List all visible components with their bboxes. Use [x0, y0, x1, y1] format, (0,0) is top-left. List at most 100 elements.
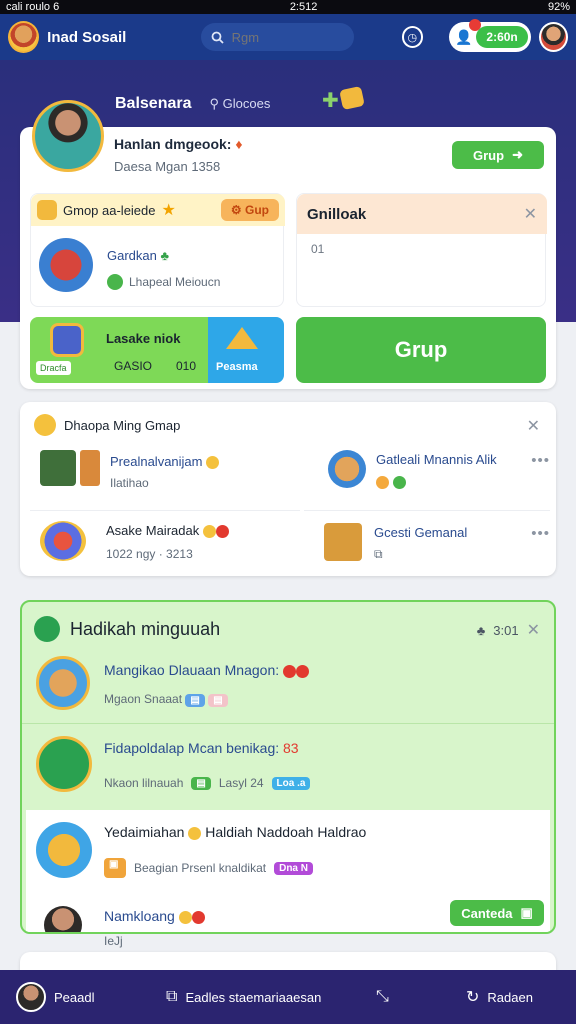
header-avatar[interactable]	[538, 22, 568, 52]
gift-item[interactable]: Namkloang Canteda ▣	[26, 896, 550, 932]
arrow-right-icon: ➜	[512, 147, 523, 162]
list-item[interactable]: Prealnalvanijam Ilatihao	[34, 448, 284, 498]
profile-card: Hanlan dmgeook: ♦ Daesa Mgan 1358 Grup ➜ …	[20, 127, 556, 389]
coin-value: 2:60n	[476, 26, 528, 48]
collapse-icon: ⤡	[376, 988, 389, 1005]
gift-item[interactable]: Mangikao Dlauaan Mnagon: Mgaon Snaaat ▤ …	[22, 646, 554, 724]
close-icon[interactable]: ✕	[527, 416, 540, 436]
puzzle-icon: ✚	[322, 90, 339, 112]
star-icon: ★	[161, 202, 176, 219]
nav-profile[interactable]: Peaadl	[16, 982, 166, 1012]
group-item-sub: Lhapeal Meioucn	[107, 274, 220, 290]
nav-center-label: Eadles staemariaaesan	[185, 989, 322, 1005]
gift-header: Hadikah minguuah	[34, 616, 220, 642]
gift-item-name: Namkloang	[104, 908, 205, 924]
group-subcard: Gmop aa-leiede ★ ⚙ Gup Gardkan ♣ Lhapeal…	[30, 193, 285, 307]
close-icon[interactable]: ✕	[524, 204, 537, 224]
nav-center[interactable]: ⧉ Eadles staemariaaesan	[166, 988, 376, 1006]
list-item[interactable]: Asake Mairadak 1022 ngy · 3213	[30, 510, 300, 574]
promo-label-right: Peasma	[216, 361, 258, 373]
decor-icons: ✚	[322, 85, 365, 113]
nav-right-label: Radaen	[487, 989, 533, 1005]
robot-icon	[50, 323, 84, 357]
list-item-name: Prealnalvanijam	[110, 454, 220, 470]
search-bar[interactable]	[200, 23, 355, 51]
gift-card: Hadikah minguuah ♣ 3:01 ✕ Mangikao Dlauaa…	[20, 600, 556, 934]
side-panel-value: 01	[311, 242, 325, 256]
profile-avatar[interactable]	[32, 100, 104, 172]
list-item-name: Asake Mairadak	[106, 523, 229, 539]
primary-cta-button[interactable]: Grup	[296, 317, 546, 383]
profile-name-row: Balsenara ⚲ Glocoes	[115, 95, 270, 113]
layers-icon: ⧉	[166, 988, 178, 1005]
notification-dot	[468, 19, 481, 31]
card-avatar	[324, 523, 362, 561]
more-icon[interactable]: •••	[531, 452, 550, 469]
frame-avatar	[36, 736, 92, 792]
claim-button[interactable]: Canteda ▣	[450, 900, 544, 926]
search-input[interactable]	[231, 29, 342, 45]
list-item-sub: Ilatihao	[110, 476, 149, 490]
promo-card[interactable]: Lasake niok Dracfa GASIO 010 Peasma	[30, 317, 284, 383]
coin-balance[interactable]: 👤 2:60n	[448, 19, 531, 52]
list-item-name: Gcesti Gemanal	[374, 525, 468, 540]
list-item[interactable]: Gcesti Gemanal ⧉ •••	[304, 510, 550, 574]
app-logo[interactable]	[8, 21, 40, 53]
ship-icon	[226, 327, 258, 349]
list-item[interactable]: Gatleali Mnannis Alik •••	[326, 448, 550, 498]
group-icon	[37, 200, 57, 220]
gift-item-name: Mangikao Dlauaan Mnagon:	[104, 662, 310, 678]
promo-label-mid: 010	[176, 359, 197, 373]
profile-title: Hanlan dmgeook: ♦	[114, 136, 243, 152]
nav-refresh[interactable]: ↻ Radaen	[466, 987, 533, 1007]
book-icon	[80, 450, 100, 486]
more-icon[interactable]: •••	[531, 525, 550, 542]
status-bar: cali roulo 6 2:512 92%	[0, 0, 576, 14]
gift-item[interactable]: Fidapoldalap Mcan benikag: 83 Nkaon liln…	[22, 724, 554, 810]
girl-avatar	[44, 906, 82, 932]
carrier-text: cali roulo 6	[6, 1, 60, 13]
share-icon: ⧉	[374, 547, 383, 561]
history-icon[interactable]: ◷	[401, 26, 423, 48]
gift-title: Hadikah minguuah	[70, 618, 221, 639]
profile-subtitle: Daesa Mgan 1358	[114, 159, 221, 174]
battery-text: 92%	[547, 1, 570, 13]
suggestion-header: Dhaopa Ming Gmap	[34, 414, 180, 436]
user-add-icon: 👤	[454, 28, 473, 45]
smile-icon	[34, 414, 56, 436]
chat-icon	[107, 274, 123, 290]
bottom-nav: Peaadl ⧉ Eadles staemariaaesan ⤡ ↻ Radae…	[0, 970, 576, 1024]
group-item-name: Gardkan ♣	[107, 248, 170, 263]
group-button[interactable]: Grup ➜	[452, 141, 544, 169]
group-card-title: Gmop aa-leiede	[63, 202, 156, 218]
suggestion-card: Dhaopa Ming Gmap ✕ Prealnalvanijam Ilati…	[20, 402, 556, 576]
gift-item-name: Yedaimiahan Haldiah Naddoah Haldrao	[104, 824, 367, 840]
suggestion-title: Dhaopa Ming Gmap	[64, 417, 181, 433]
promo-title: Lasake niok	[106, 331, 181, 346]
close-icon[interactable]: ✕	[527, 620, 540, 640]
gift-box-icon: ▣	[520, 905, 533, 920]
after-sub: IeJj	[104, 934, 123, 948]
badge-icons	[376, 474, 407, 492]
gift-item-sub: Mgaon Snaaat ▤ ▤	[104, 692, 228, 707]
promo-left-pill: Dracfa	[36, 361, 71, 375]
profile-tag: ⚲ Glocoes	[209, 96, 271, 111]
nav-shrink[interactable]: ⤡	[376, 988, 466, 1006]
group-badge[interactable]: ⚙ Gup	[220, 199, 279, 221]
king-avatar	[36, 656, 90, 710]
app-title: Inad Sosail	[47, 28, 127, 46]
side-panel: Gnilloak ✕ 01	[296, 193, 547, 307]
gift-count: ♣ 3:01 ✕	[476, 620, 540, 640]
app-header: Inad Sosail ◷ 👤 2:60n	[0, 14, 576, 60]
gift-item-sub: Nkaon lilnauah ▤ Lasyl 24 Loa .a	[104, 776, 311, 790]
refresh-icon: ↻	[466, 989, 480, 1006]
group-item-icon	[39, 238, 93, 292]
coin-stack-icon	[338, 85, 365, 111]
house-avatar	[36, 822, 92, 878]
gift-icon	[34, 616, 60, 642]
gift-item-name: Fidapoldalap Mcan benikag: 83	[104, 740, 299, 756]
promo-label-left: GASIO	[114, 359, 153, 373]
nav-profile-label: Peaadl	[54, 989, 95, 1005]
gift-item[interactable]: Yedaimiahan Haldiah Naddoah Haldrao ▣ Be…	[26, 810, 550, 896]
nav-avatar	[16, 982, 46, 1012]
